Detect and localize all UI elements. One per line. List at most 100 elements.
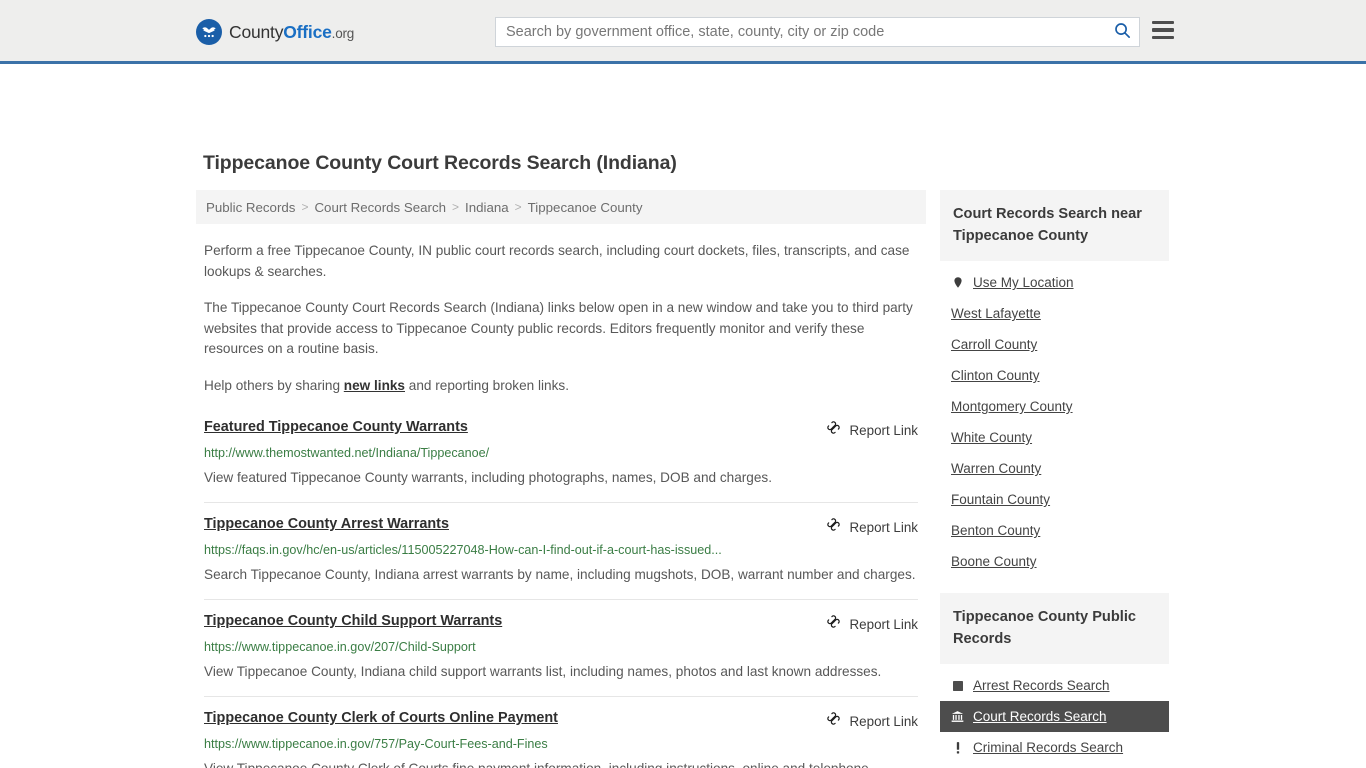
nearby-searches-title: Court Records Search near Tippecanoe Cou… (940, 190, 1169, 261)
result-title-link[interactable]: Tippecanoe County Clerk of Courts Online… (204, 710, 574, 726)
new-links-link[interactable]: new links (344, 378, 405, 393)
sidebar-item-label: Carroll County (951, 337, 1038, 352)
result-url: https://www.tippecanoe.in.gov/757/Pay-Co… (204, 737, 548, 751)
report-link-button[interactable]: Report Link (826, 516, 918, 537)
report-link-button[interactable]: Report Link (826, 419, 918, 440)
result-description: View Tippecanoe County, Indiana child su… (204, 664, 882, 679)
sidebar-item-label: West Lafayette (951, 306, 1041, 321)
sidebar-record-arrest-records-search[interactable]: Arrest Records Search (940, 670, 1169, 701)
result-description: Search Tippecanoe County, Indiana arrest… (204, 567, 916, 582)
sidebar-item-label: Court Records Search (973, 709, 1107, 724)
sidebar-nearby-carroll-county[interactable]: Carroll County (940, 329, 1169, 360)
report-link-label: Report Link (849, 616, 918, 632)
breadcrumb-item-0[interactable]: Public Records (206, 200, 295, 215)
search-button[interactable] (1105, 18, 1139, 46)
breadcrumb-item-1[interactable]: Court Records Search (314, 200, 446, 215)
sidebar-item-label: Arrest Records Search (973, 678, 1110, 693)
public-records-list: Arrest Records Search Court Records Searc… (940, 664, 1169, 768)
breadcrumb: Public Records > Court Records Search > Indi… (196, 190, 926, 224)
sidebar-nearby-clinton-county[interactable]: Clinton County (940, 360, 1169, 391)
page-title: Tippecanoe County Court Records Search (… (203, 152, 677, 174)
sidebar-nearby-boone-county[interactable]: Boone County (940, 546, 1169, 577)
result-item: Tippecanoe County Clerk of Courts Online… (204, 696, 918, 768)
hamburger-bar (1152, 21, 1174, 25)
search-input[interactable] (496, 18, 1105, 46)
site-logo[interactable]: CountyOffice.org (196, 19, 354, 45)
sidebar-item-label: Use My Location (973, 275, 1074, 290)
result-item: Featured Tippecanoe County Warrants Repor… (204, 413, 918, 502)
sidebar-nearby-white-county[interactable]: White County (940, 422, 1169, 453)
sidebar-item-label: Fountain County (951, 492, 1051, 507)
sidebar-record-court-records-search[interactable]: Court Records Search (940, 701, 1169, 732)
result-title-link[interactable]: Featured Tippecanoe County Warrants (204, 419, 484, 435)
exclamation-icon (951, 741, 964, 755)
intro-paragraph-2: The Tippecanoe County Court Records Sear… (204, 300, 913, 356)
result-header: Tippecanoe County Clerk of Courts Online… (204, 710, 918, 731)
result-description: View Tippecanoe County Clerk of Courts f… (204, 756, 918, 768)
sidebar-nearby-use-my-location[interactable]: Use My Location (940, 267, 1169, 298)
breadcrumb-item-2[interactable]: Indiana (465, 200, 509, 215)
sidebar-item-label: Boone County (951, 554, 1037, 569)
intro-section: Perform a free Tippecanoe County, IN pub… (196, 241, 926, 396)
sidebar-nearby-warren-county[interactable]: Warren County (940, 453, 1169, 484)
result-title-link[interactable]: Tippecanoe County Arrest Warrants (204, 516, 465, 532)
public-records-title: Tippecanoe County Public Records (940, 593, 1169, 664)
result-url: https://www.tippecanoe.in.gov/207/Child-… (204, 640, 476, 654)
result-header: Featured Tippecanoe County Warrants Repor… (204, 419, 918, 440)
intro-paragraph-3: Help others by sharing new links and rep… (204, 376, 918, 397)
logo-text-office: Office (283, 21, 332, 42)
sidebar-nearby-benton-county[interactable]: Benton County (940, 515, 1169, 546)
sidebar-item-label: Criminal Records Search (973, 740, 1124, 755)
report-link-label: Report Link (849, 422, 918, 438)
search-icon (1113, 21, 1132, 43)
eagle-shield-logo-icon (196, 19, 222, 45)
logo-text: CountyOffice.org (229, 22, 354, 43)
intro-paragraph-1: Perform a free Tippecanoe County, IN pub… (204, 243, 910, 279)
fingerprint-square-icon (951, 680, 964, 692)
map-pin-icon (951, 275, 964, 290)
nearby-searches-card: Court Records Search near Tippecanoe Cou… (940, 190, 1169, 577)
breadcrumb-separator: > (514, 200, 522, 214)
result-header: Tippecanoe County Arrest Warrants Report … (204, 516, 918, 537)
hamburger-bar (1152, 28, 1174, 32)
sidebar-item-label: Warren County (951, 461, 1042, 476)
breadcrumb-separator: > (301, 200, 309, 214)
sidebar-nearby-montgomery-county[interactable]: Montgomery County (940, 391, 1169, 422)
site-header: CountyOffice.org (0, 0, 1366, 64)
hamburger-menu-icon[interactable] (1152, 21, 1174, 39)
sidebar-item-label: White County (951, 430, 1033, 445)
sidebar-item-label: Montgomery County (951, 399, 1073, 414)
result-title-link[interactable]: Tippecanoe County Child Support Warrants (204, 613, 518, 629)
sidebar-item-label: Clinton County (951, 368, 1040, 383)
result-description: View featured Tippecanoe County warrants… (204, 470, 773, 485)
sidebar-item-label: Benton County (951, 523, 1041, 538)
broken-link-icon (826, 614, 841, 634)
main-content: Public Records > Court Records Search > Indi… (196, 190, 926, 768)
sidebar-nearby-west-lafayette[interactable]: West Lafayette (940, 298, 1169, 329)
breadcrumb-item-3[interactable]: Tippecanoe County (528, 200, 643, 215)
result-url: https://faqs.in.gov/hc/en-us/articles/11… (204, 543, 722, 557)
intro-text-before: Help others by sharing (204, 377, 344, 393)
search-bar[interactable] (495, 17, 1140, 47)
breadcrumb-separator: > (452, 200, 460, 214)
broken-link-icon (826, 517, 841, 537)
courthouse-icon (951, 710, 964, 723)
logo-text-org: .org (331, 25, 355, 41)
result-header: Tippecanoe County Child Support Warrants… (204, 613, 918, 634)
sidebar-nearby-fountain-county[interactable]: Fountain County (940, 484, 1169, 515)
result-item: Tippecanoe County Child Support Warrants… (204, 599, 918, 696)
report-link-button[interactable]: Report Link (826, 613, 918, 634)
report-link-button[interactable]: Report Link (826, 710, 918, 731)
result-item: Tippecanoe County Arrest Warrants Report … (204, 502, 918, 599)
sidebar-record-criminal-records-search[interactable]: Criminal Records Search (940, 732, 1169, 763)
broken-link-icon (826, 711, 841, 731)
report-link-label: Report Link (849, 519, 918, 535)
public-records-card: Tippecanoe County Public Records Arrest … (940, 593, 1169, 768)
sidebar-record-driving-records-search[interactable]: Driving Records Search (940, 763, 1169, 768)
logo-text-county: County (229, 21, 284, 42)
broken-link-icon (826, 420, 841, 440)
hamburger-bar (1152, 35, 1174, 39)
sidebar: Court Records Search near Tippecanoe Cou… (940, 190, 1169, 768)
result-url: http://www.themostwanted.net/Indiana/Tip… (204, 446, 490, 460)
nearby-searches-list: Use My Location West Lafayette Carroll Cou… (940, 261, 1169, 577)
